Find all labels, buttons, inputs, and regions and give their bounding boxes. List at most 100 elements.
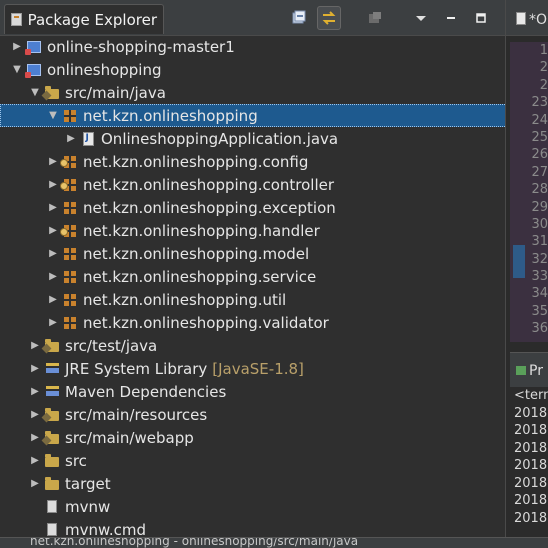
tree-item-label: net.kzn.onlineshopping.util (83, 290, 287, 309)
tree-item-label: src/main/java (65, 83, 166, 102)
tree-item[interactable]: ▶ src/main/webapp (0, 426, 505, 449)
line-number: 33 (531, 269, 548, 285)
tree-item[interactable]: ▶ net.kzn.onlineshopping.util (0, 288, 505, 311)
tree-item[interactable]: ▶ OnlineshoppingApplication.java (0, 127, 505, 150)
chevron-down-icon[interactable]: ▼ (28, 86, 42, 100)
chevron-right-icon[interactable]: ▶ (28, 408, 42, 422)
package-icon (60, 223, 78, 239)
tree-item-label: net.kzn.onlineshopping.config (83, 152, 309, 171)
chevron-down-icon[interactable]: ▼ (10, 63, 24, 77)
tree-item-label: net.kzn.onlineshopping (83, 106, 258, 125)
chevron-down-icon[interactable]: ▼ (46, 109, 60, 123)
chevron-right-icon[interactable]: ▶ (28, 385, 42, 399)
console-line: 2018 (514, 510, 548, 526)
line-number: 32 (531, 251, 548, 267)
line-number: 31 (531, 234, 548, 250)
tree-item[interactable]: ▶ net.kzn.onlineshopping.exception (0, 196, 505, 219)
chevron-right-icon[interactable]: ▶ (46, 293, 60, 307)
tree-item[interactable]: mvnw.cmd (0, 518, 505, 537)
tree-item[interactable]: ▼ net.kzn.onlineshopping (0, 104, 505, 127)
console-output: <term 2018 2018 2018 2018 2018 2018 2018 (510, 387, 548, 537)
link-with-editor-button[interactable] (317, 6, 341, 30)
package-explorer-panel: Package Explorer ▶ online-shopping-maste… (0, 0, 506, 537)
chevron-right-icon[interactable]: ▶ (46, 270, 60, 284)
tree-item[interactable]: ▶ src (0, 449, 505, 472)
filters-button[interactable] (363, 6, 387, 30)
tree-item-decoration: [JavaSE-1.8] (212, 359, 304, 378)
console-line: 2018 (514, 405, 548, 421)
collapse-all-button[interactable] (287, 6, 311, 30)
tree-item-label: onlineshopping (47, 60, 162, 79)
tree-item[interactable]: ▶ Maven Dependencies (0, 380, 505, 403)
editor-tab[interactable]: *O (516, 12, 547, 28)
chevron-right-icon[interactable]: ▶ (46, 178, 60, 192)
tree-item-label: net.kzn.onlineshopping.exception (83, 198, 336, 217)
tree-item-label: target (65, 474, 111, 493)
tree-item[interactable]: ▶ online-shopping-master1 (0, 36, 505, 58)
chevron-right-icon[interactable]: ▶ (28, 454, 42, 468)
view-menu-button[interactable] (409, 6, 433, 30)
tree-item[interactable]: ▶ src/main/resources (0, 403, 505, 426)
line-number: 26 (531, 147, 548, 163)
library-icon (44, 384, 60, 400)
line-number: 23 (531, 95, 548, 111)
package-icon (62, 200, 78, 216)
package-icon (62, 315, 78, 331)
tree-item[interactable]: ▶ src/test/java (0, 334, 505, 357)
tree-item-label: src/test/java (65, 336, 158, 355)
chevron-right-icon[interactable]: ▶ (28, 431, 42, 445)
chevron-right-icon[interactable]: ▶ (10, 40, 24, 54)
chevron-right-icon[interactable]: ▶ (28, 362, 42, 376)
tree-item[interactable]: ▶ net.kzn.onlineshopping.handler (0, 219, 505, 242)
line-number: 28 (531, 182, 548, 198)
console-icon (516, 366, 526, 375)
tree-item-label: net.kzn.onlineshopping.controller (83, 175, 335, 194)
minimize-button[interactable] (439, 6, 463, 30)
package-explorer-tab[interactable]: Package Explorer (4, 4, 164, 34)
tree-item[interactable]: mvnw (0, 495, 505, 518)
line-numbers: 1 2 2 23 24 25 26 27 28 29 30 31 32 33 34 35 36 (527, 42, 548, 338)
line-number: 35 (531, 303, 548, 319)
tree-item[interactable]: ▼ onlineshopping (0, 58, 505, 81)
editor-tabbar: *O (506, 0, 548, 36)
tree-item[interactable]: ▶ net.kzn.onlineshopping.service (0, 265, 505, 288)
chevron-right-icon[interactable]: ▶ (46, 247, 60, 261)
chevron-right-icon[interactable]: ▶ (28, 477, 42, 491)
link-with-editor-icon (322, 11, 336, 25)
package-icon (62, 246, 78, 262)
tree-item-label: online-shopping-master1 (47, 37, 235, 56)
tree-item[interactable]: ▶ JRE System Library [JavaSE-1.8] (0, 357, 505, 380)
tree-item-label: net.kzn.onlineshopping.handler (83, 221, 320, 240)
filters-icon (369, 12, 381, 23)
editor-tab-label: *O (529, 12, 548, 28)
collapse-all-icon (292, 10, 306, 24)
chevron-right-icon[interactable]: ▶ (46, 155, 60, 169)
tree-item-label: Maven Dependencies (65, 382, 227, 401)
tree-item[interactable]: ▼ src/main/java (0, 81, 505, 104)
tree-item[interactable]: ▶ net.kzn.onlineshopping.controller (0, 173, 505, 196)
tree-item[interactable]: ▶ net.kzn.onlineshopping.validator (0, 311, 505, 334)
line-number: 27 (531, 164, 548, 180)
tree-item[interactable]: ▶ net.kzn.onlineshopping.config (0, 150, 505, 173)
chevron-right-icon[interactable]: ▶ (28, 339, 42, 353)
status-bar: net.kzn.onlineshopping - onlineshopping/… (0, 537, 548, 548)
console-line: 2018 (514, 423, 548, 438)
package-icon (62, 108, 78, 124)
tree-item-label: net.kzn.onlineshopping.model (83, 244, 310, 263)
folder-icon (44, 476, 60, 492)
java-file-icon (516, 12, 526, 25)
chevron-right-icon[interactable]: ▶ (46, 316, 60, 330)
tree-item-label: src (65, 451, 87, 470)
maximize-button[interactable] (469, 6, 493, 30)
console-tab[interactable]: Pr (516, 363, 543, 379)
minimize-icon (447, 17, 455, 19)
chevron-right-icon[interactable]: ▶ (46, 201, 60, 215)
console-header: <term (514, 388, 548, 403)
package-explorer-title: Package Explorer (27, 10, 157, 29)
chevron-right-icon[interactable]: ▶ (64, 132, 78, 146)
chevron-right-icon[interactable]: ▶ (46, 224, 60, 238)
tree-item[interactable]: ▶ net.kzn.onlineshopping.model (0, 242, 505, 265)
editor-current-line-marker (513, 245, 525, 278)
tree-item[interactable]: ▶ target (0, 472, 505, 495)
